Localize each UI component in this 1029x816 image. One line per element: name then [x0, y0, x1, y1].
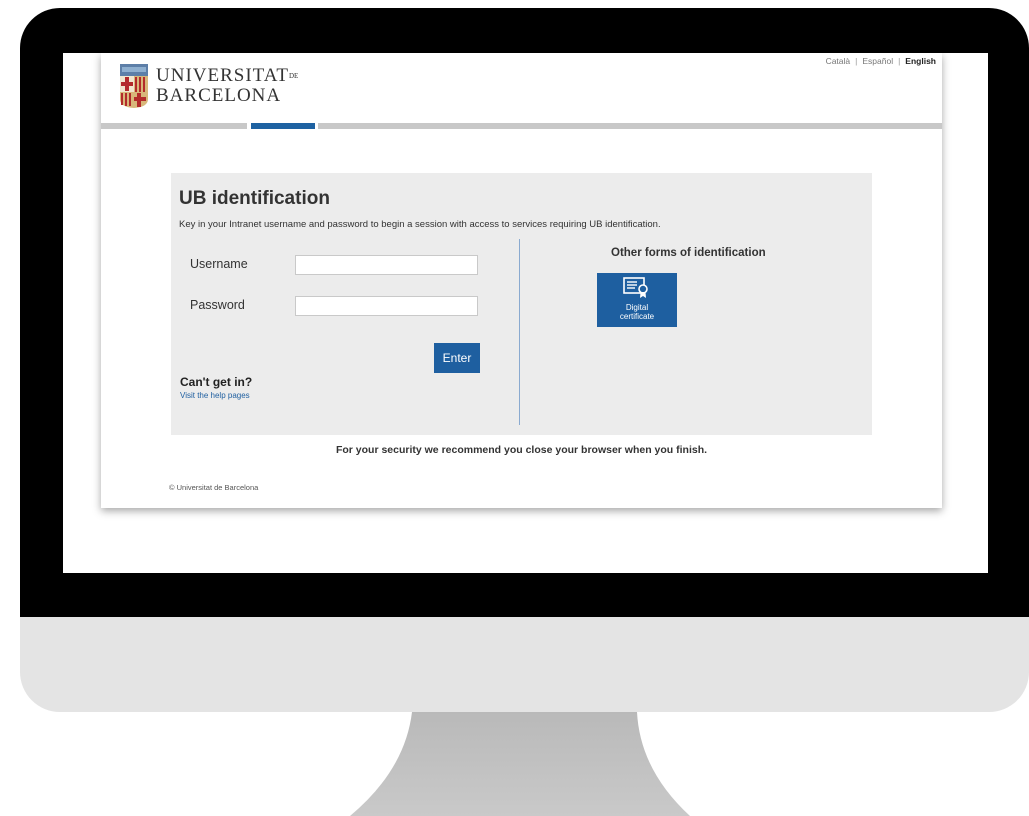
- login-instructions: Key in your Intranet username and passwo…: [179, 219, 661, 230]
- copyright-text: © Universitat de Barcelona: [169, 483, 259, 492]
- cant-get-in-heading: Can't get in?: [180, 375, 253, 389]
- nav-separator: [315, 123, 318, 129]
- enter-button[interactable]: Enter: [434, 343, 480, 373]
- logo-text-universitat: UNIVERSITAT: [156, 65, 289, 86]
- security-notice: For your security we recommend you close…: [335, 444, 708, 456]
- other-forms-heading: Other forms of identification: [611, 247, 766, 259]
- password-label: Password: [190, 298, 245, 312]
- login-page: Català | Español | English UNIVERSITATDE…: [101, 53, 942, 508]
- university-logo[interactable]: UNIVERSITATDE BARCELONA: [119, 61, 298, 111]
- username-label: Username: [190, 257, 248, 271]
- logo-text-de: DE: [288, 72, 299, 80]
- lang-spanish-link[interactable]: Español: [862, 56, 893, 66]
- monitor-chin: [20, 617, 1029, 712]
- password-input[interactable]: [295, 296, 478, 316]
- login-panel: UB identification Key in your Intranet u…: [171, 173, 872, 435]
- help-pages-link[interactable]: Visit the help pages: [180, 391, 250, 400]
- certificate-label-line1: Digital: [625, 303, 649, 312]
- username-input[interactable]: [295, 255, 478, 275]
- nav-strip: [101, 123, 942, 129]
- nav-active-indicator: [251, 123, 315, 129]
- lang-catalan-link[interactable]: Català: [826, 56, 851, 66]
- language-selector: Català | Español | English: [826, 56, 936, 66]
- lang-separator: |: [898, 56, 901, 66]
- panel-divider: [519, 239, 520, 425]
- lang-english-link[interactable]: English: [905, 56, 936, 66]
- digital-certificate-button[interactable]: Digital certificate: [597, 273, 677, 327]
- page-title: UB identification: [179, 188, 330, 209]
- monitor-screen: Català | Español | English UNIVERSITATDE…: [63, 53, 988, 573]
- logo-text-barcelona: BARCELONA: [156, 85, 282, 106]
- certificate-label-line2: certificate: [619, 312, 655, 321]
- certificate-icon: [623, 277, 648, 298]
- lang-separator: |: [855, 56, 858, 66]
- coat-of-arms-icon: [120, 64, 148, 108]
